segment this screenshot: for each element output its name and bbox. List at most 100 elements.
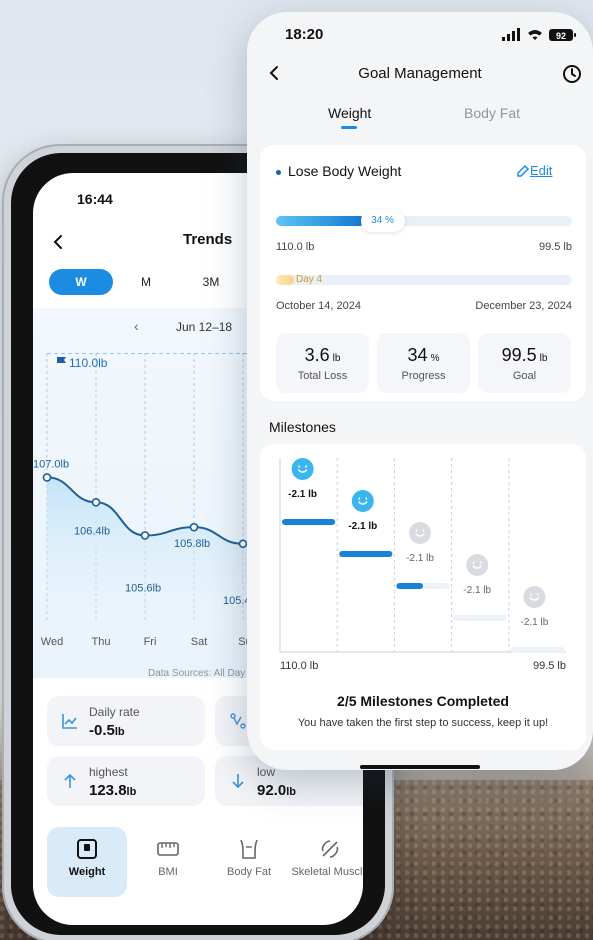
body-icon bbox=[240, 839, 258, 859]
milestone-label: -2.1 lb bbox=[521, 617, 549, 628]
goal-weight: 99.5 lb bbox=[538, 241, 572, 253]
goal-title: Lose Body Weight bbox=[288, 163, 402, 179]
stat-label: highest bbox=[89, 765, 128, 779]
page-title: Goal Management bbox=[358, 65, 482, 82]
start-weight: 110.0 lb bbox=[276, 241, 315, 253]
tab-weight[interactable]: Weight bbox=[328, 105, 371, 121]
end-weight-label: 99.5 lb bbox=[533, 660, 566, 672]
status-time: 18:20 bbox=[285, 26, 324, 43]
metric-label: Progress bbox=[401, 370, 446, 382]
period-3month-button[interactable]: 3M bbox=[182, 269, 240, 295]
flag-icon bbox=[57, 357, 66, 368]
data-sources: Data Sources: All Day bbox=[148, 668, 246, 679]
date-range-label: Jun 12–18 bbox=[176, 320, 233, 334]
goal-phone: 18:20 92 Goal Management Weight Body Fat… bbox=[247, 12, 593, 770]
milestones-message: You have taken the first step to success… bbox=[297, 717, 549, 729]
weight-progress-fill bbox=[276, 216, 365, 226]
progress-percent-badge: 34 % bbox=[360, 210, 405, 232]
arrow-up-icon bbox=[64, 773, 76, 788]
stat-label: Daily rate bbox=[89, 705, 140, 719]
milestones-completed: 2/5 Milestones Completed bbox=[337, 693, 509, 709]
data-label: 106.4lb bbox=[74, 525, 110, 537]
metric-value: 34% bbox=[407, 345, 440, 365]
history-clock-icon[interactable] bbox=[562, 64, 582, 84]
metric-label: Goal bbox=[512, 370, 537, 382]
tab-label: BMI bbox=[158, 866, 178, 878]
data-label: 105.6lb bbox=[125, 582, 161, 594]
bullet-dot bbox=[276, 170, 281, 175]
start-weight-label: 110.0 lb bbox=[280, 660, 318, 672]
stat-value: 92.0lb bbox=[257, 782, 296, 799]
status-time: 16:44 bbox=[77, 191, 113, 207]
smile-pending-icon bbox=[523, 586, 546, 608]
status-icons: 92 bbox=[502, 28, 576, 41]
milestone-fill bbox=[396, 583, 423, 589]
home-indicator bbox=[360, 765, 480, 769]
metric-value: 99.5 lb bbox=[501, 345, 548, 365]
data-point[interactable] bbox=[91, 497, 101, 507]
data-point[interactable] bbox=[140, 531, 150, 540]
period-month-button[interactable]: M bbox=[117, 269, 175, 295]
metric-label: Total Loss bbox=[297, 370, 348, 382]
scale-icon bbox=[77, 839, 97, 859]
data-point[interactable] bbox=[189, 522, 199, 532]
goal-flag: 110.0lb bbox=[57, 356, 108, 370]
smile-pending-icon bbox=[409, 522, 431, 544]
tab-weight[interactable]: Weight bbox=[47, 827, 127, 897]
highest-card[interactable]: highest 123.8lb bbox=[47, 756, 205, 806]
metric-progress: 34% Progress bbox=[377, 333, 470, 393]
weight-progress-bar: 34 % bbox=[276, 210, 572, 232]
signal-icon bbox=[502, 28, 520, 41]
milestone-label: -2.1 lb bbox=[348, 521, 377, 532]
milestones-card: -2.1 lb -2.1 lb -2.1 lb -2.1 lb -2.1 lb 110.0… bbox=[260, 444, 586, 750]
tab-body-fat[interactable]: Body Fat bbox=[209, 827, 289, 897]
time-progress-bar: Day 4 bbox=[276, 274, 572, 285]
scatter-icon bbox=[230, 713, 246, 729]
data-point[interactable] bbox=[42, 473, 52, 482]
milestones-title: Milestones bbox=[269, 419, 336, 435]
smile-achieved-icon bbox=[291, 458, 314, 480]
data-label: 105.8lb bbox=[174, 538, 210, 550]
edit-icon[interactable] bbox=[516, 164, 530, 178]
bottom-tab-bar: Weight BMI Body Fat Skeletal Muscle bbox=[33, 813, 363, 903]
tab-label: Weight bbox=[68, 866, 106, 878]
tab-bmi[interactable]: BMI bbox=[128, 827, 208, 897]
wifi-icon bbox=[528, 30, 542, 40]
stat-value: 123.8lb bbox=[89, 782, 137, 799]
milestones-chart: -2.1 lb -2.1 lb -2.1 lb -2.1 lb -2.1 lb 110.0… bbox=[279, 458, 566, 672]
back-arrow-icon[interactable] bbox=[49, 233, 67, 251]
milestone-label: -2.1 lb bbox=[288, 489, 317, 500]
prev-range-icon[interactable]: ‹ bbox=[134, 318, 139, 334]
metric-total-loss: 3.6 lb Total Loss bbox=[276, 333, 369, 393]
active-tab-indicator bbox=[341, 126, 357, 129]
tab-body-fat[interactable]: Body Fat bbox=[464, 105, 520, 121]
battery-level: 92 bbox=[556, 31, 566, 41]
milestone-label: -2.1 lb bbox=[463, 585, 491, 596]
smile-achieved-icon bbox=[351, 490, 374, 512]
page-title: Trends bbox=[183, 231, 233, 248]
tab-label: Body Fat bbox=[226, 866, 272, 878]
muscle-icon bbox=[321, 840, 339, 858]
milestone-fill bbox=[339, 551, 393, 557]
data-label: 107.0lb bbox=[33, 458, 69, 470]
milestone-track bbox=[510, 647, 564, 653]
x-tick-label: Sat bbox=[191, 636, 208, 648]
metric-value: 3.6 lb bbox=[304, 345, 341, 365]
time-progress-fill bbox=[276, 275, 294, 285]
arrow-down-icon bbox=[232, 774, 244, 789]
daily-rate-card[interactable]: Daily rate -0.5lb bbox=[47, 696, 205, 746]
x-tick-label: Fri bbox=[144, 636, 157, 648]
tab-skeletal-muscle[interactable]: Skeletal Muscle bbox=[290, 827, 363, 897]
edit-button[interactable]: Edit bbox=[530, 163, 552, 178]
end-date: December 23, 2024 bbox=[475, 300, 572, 312]
stat-value: -0.5lb bbox=[89, 722, 125, 739]
data-point[interactable] bbox=[238, 539, 248, 549]
x-tick-label: Thu bbox=[92, 636, 111, 648]
milestone-label: -2.1 lb bbox=[406, 553, 434, 564]
trend-chart-icon bbox=[62, 714, 77, 729]
start-date: October 14, 2024 bbox=[276, 300, 362, 312]
period-week-button[interactable]: W bbox=[49, 269, 113, 295]
tab-label: Skeletal Muscle bbox=[291, 866, 363, 878]
metric-goal: 99.5 lb Goal bbox=[478, 333, 571, 393]
goal-label: 110.0lb bbox=[69, 356, 108, 370]
